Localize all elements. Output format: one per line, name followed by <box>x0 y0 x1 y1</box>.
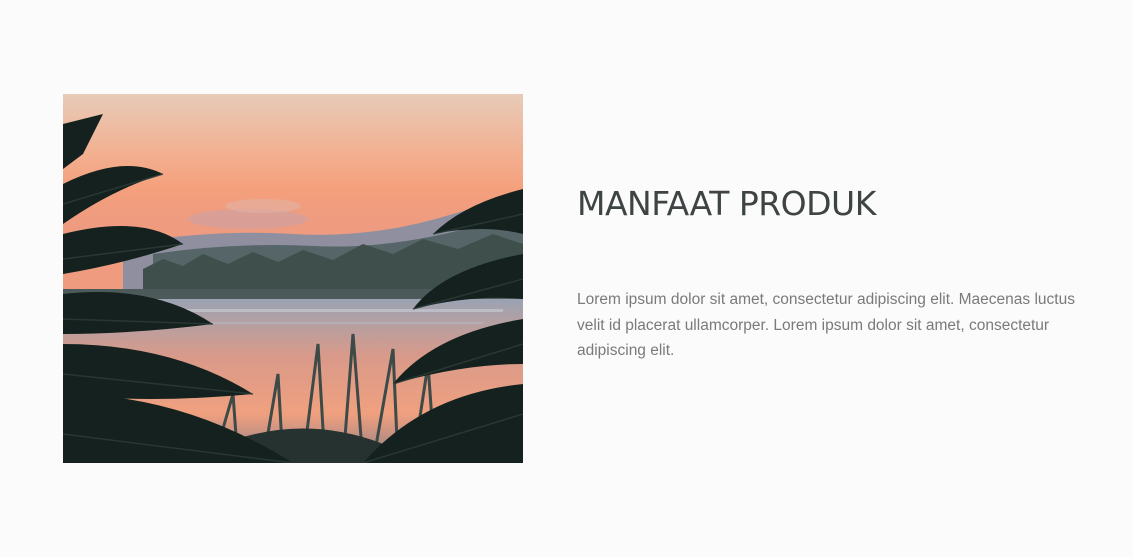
section-title: MANFAAT PRODUK <box>577 184 876 223</box>
feature-image <box>63 94 523 463</box>
section-description: Lorem ipsum dolor sit amet, consectetur … <box>577 291 1075 359</box>
feature-content: MANFAAT PRODUK Lorem ipsum dolor sit ame… <box>577 184 1097 364</box>
